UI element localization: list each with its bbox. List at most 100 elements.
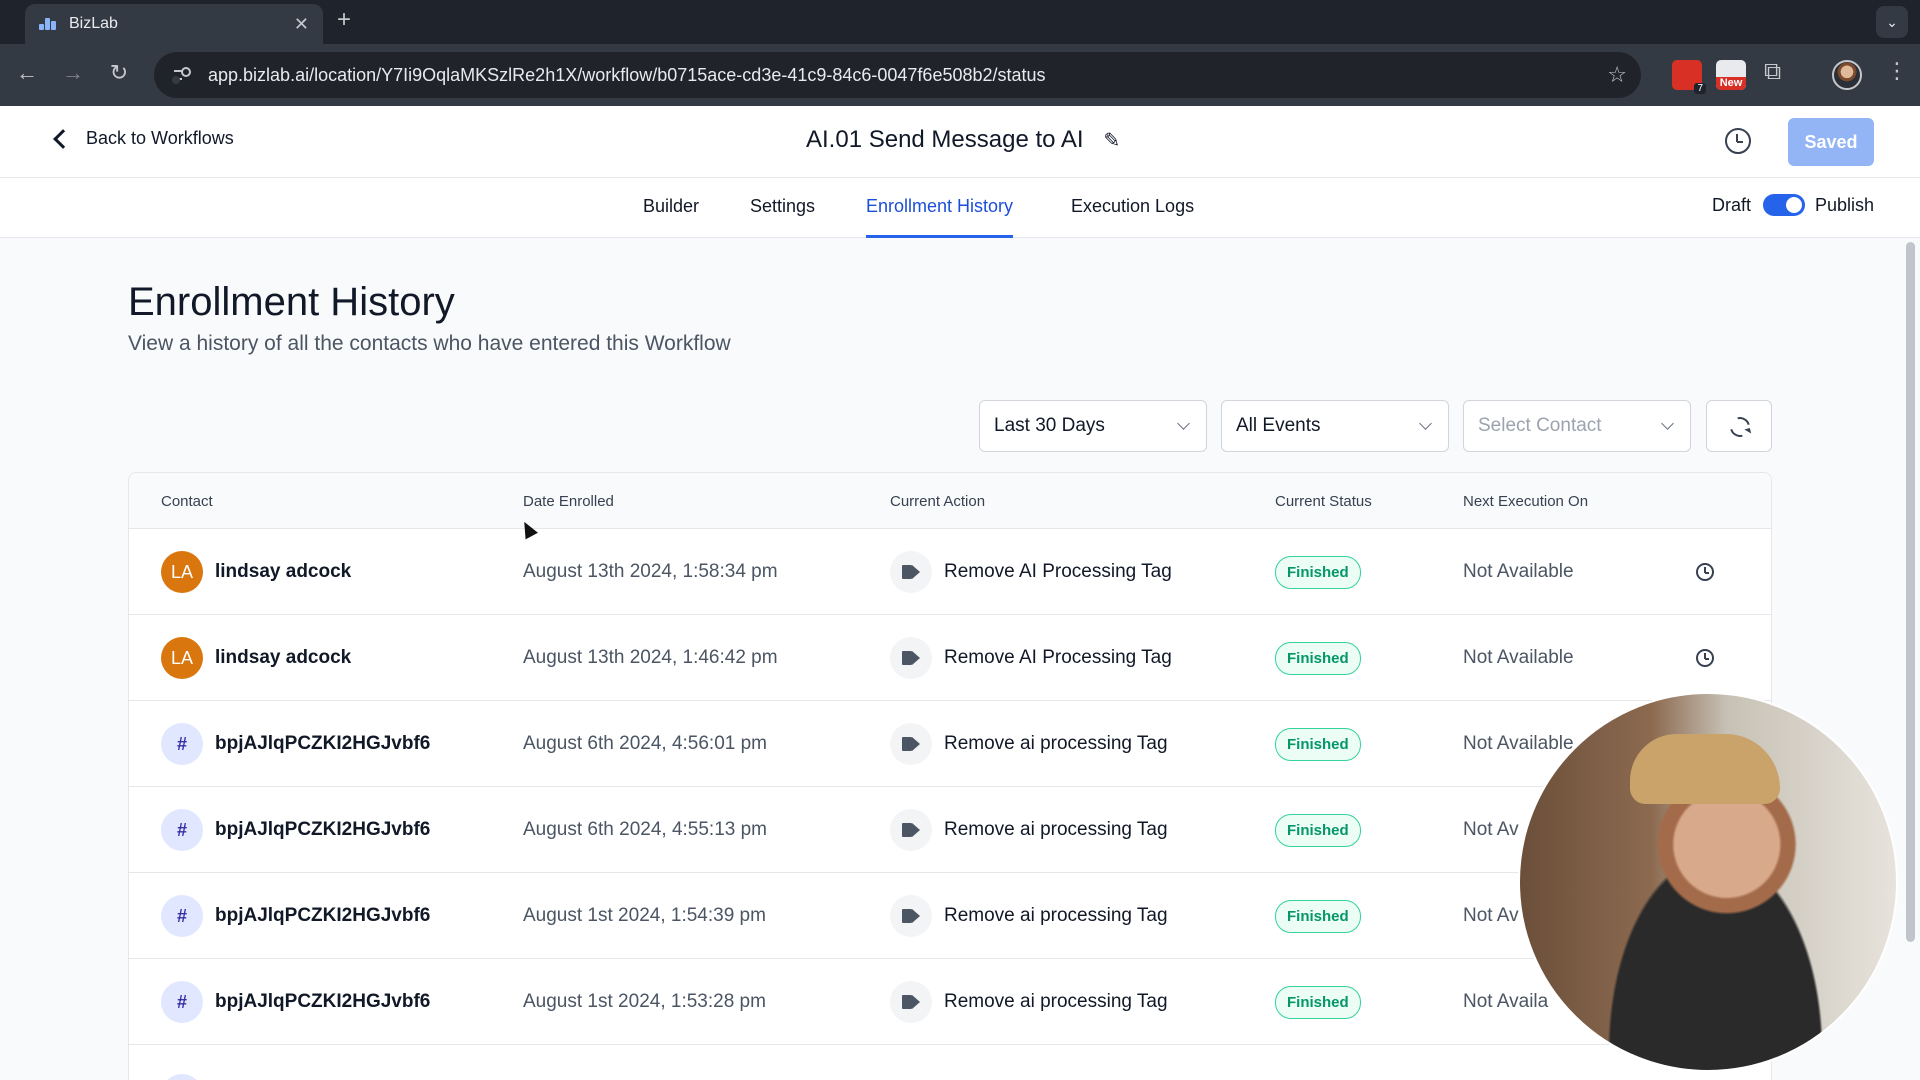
- contact-name[interactable]: lindsay adcock: [215, 561, 351, 583]
- address-bar[interactable]: app.bizlab.ai/location/Y7Ii9OqlaMKSzlRe2…: [154, 52, 1641, 98]
- site-settings-icon[interactable]: [172, 66, 192, 84]
- refresh-icon: [1726, 413, 1754, 441]
- date-enrolled: August 6th 2024, 4:55:13 pm: [523, 819, 768, 840]
- current-action: Remove AI Processing Tag: [944, 647, 1172, 668]
- enrollment-table: Contact Date Enrolled Current Action Cur…: [128, 472, 1772, 1080]
- avatar: #: [161, 723, 203, 765]
- page-scrollbar[interactable]: [1906, 242, 1915, 942]
- table-row[interactable]: # bpjAJlqPCZKI2HGJvbf6 August 6th 2024, 4…: [129, 701, 1771, 787]
- contact-name[interactable]: bpjAJlqPCZKI2HGJvbf6: [215, 905, 430, 927]
- extensions-puzzle-icon[interactable]: ⧉: [1764, 58, 1794, 88]
- version-history-icon[interactable]: [1725, 128, 1751, 154]
- current-action: Remove ai processing Tag: [944, 991, 1168, 1012]
- date-enrolled: August 1st 2024, 1:53:28 pm: [523, 991, 766, 1012]
- status-badge: Finished: [1275, 727, 1361, 761]
- column-header-date-enrolled[interactable]: Date Enrolled: [523, 493, 614, 510]
- presenter-video: [1630, 734, 1780, 804]
- contact-name[interactable]: bpjAJlqPCZKI2HGJvbf6: [215, 733, 430, 755]
- tag-action-icon: [890, 895, 932, 937]
- contact-name[interactable]: lindsay adcock: [215, 647, 351, 669]
- avatar: [161, 1074, 203, 1080]
- chevron-left-icon: [53, 128, 73, 149]
- back-arrow-icon[interactable]: ←: [12, 60, 42, 86]
- tag-action-icon: [890, 637, 932, 679]
- column-header-current-status[interactable]: Current Status: [1275, 493, 1372, 510]
- events-select[interactable]: All Events: [1221, 400, 1449, 452]
- back-to-workflows-label: Back to Workflows: [86, 128, 234, 148]
- current-action: Remove AI Processing Tag: [944, 561, 1172, 582]
- tab-builder[interactable]: Builder: [643, 196, 699, 238]
- extension-icon[interactable]: 7: [1672, 60, 1706, 94]
- tag-action-icon: [890, 809, 932, 851]
- browser-tab-title: BizLab: [69, 15, 118, 32]
- status-badge: Finished: [1275, 985, 1361, 1019]
- saved-button[interactable]: Saved: [1788, 118, 1874, 166]
- history-clock-icon[interactable]: [1696, 563, 1714, 581]
- tag-action-icon: [890, 723, 932, 765]
- contact-name[interactable]: bpjAJlqPCZKI2HGJvbf6: [215, 819, 430, 841]
- bizlab-favicon-icon: [39, 18, 57, 30]
- browser-toolbar: ← → ↻ app.bizlab.ai/location/Y7Ii9OqlaMK…: [0, 44, 1920, 106]
- next-execution: Not Av: [1463, 905, 1519, 926]
- profile-avatar[interactable]: [1832, 60, 1862, 90]
- contact-name[interactable]: bpjAJlqPCZKI2HGJvbf6: [215, 991, 430, 1013]
- browser-tab-bar: BizLab ✕ + ⌄: [0, 0, 1920, 44]
- table-row[interactable]: [129, 1045, 1771, 1080]
- new-tab-icon[interactable]: +: [337, 6, 351, 34]
- url-text[interactable]: app.bizlab.ai/location/Y7Ii9OqlaMKSzlRe2…: [208, 65, 1607, 86]
- publish-switch[interactable]: [1763, 194, 1806, 216]
- contact-select[interactable]: Select Contact: [1463, 400, 1691, 452]
- next-execution: Not Availa: [1463, 991, 1549, 1012]
- status-badge: Finished: [1275, 813, 1361, 847]
- table-row[interactable]: # bpjAJlqPCZKI2HGJvbf6 August 1st 2024, 1…: [129, 959, 1771, 1045]
- avatar: #: [161, 981, 203, 1023]
- tab-settings[interactable]: Settings: [750, 196, 815, 238]
- date-enrolled: August 6th 2024, 4:56:01 pm: [523, 733, 768, 754]
- tag-action-icon: [890, 551, 932, 593]
- column-header-contact[interactable]: Contact: [161, 493, 213, 510]
- refresh-button[interactable]: [1706, 400, 1772, 452]
- column-header-next-execution[interactable]: Next Execution On: [1463, 493, 1588, 510]
- edit-pencil-icon[interactable]: ✎: [1104, 128, 1121, 153]
- bookmark-star-icon[interactable]: ☆: [1607, 62, 1627, 88]
- history-clock-icon[interactable]: [1696, 649, 1714, 667]
- column-header-current-action[interactable]: Current Action: [890, 493, 985, 510]
- page-subtitle: View a history of all the contacts who h…: [128, 332, 731, 355]
- contact-select-placeholder: Select Contact: [1478, 415, 1602, 436]
- date-range-value: Last 30 Days: [994, 415, 1105, 436]
- publish-toggle-group: Draft Publish: [1712, 194, 1874, 216]
- workflow-tabs: Builder Settings Enrollment History Exec…: [0, 178, 1920, 238]
- avatar: LA: [161, 637, 203, 679]
- forward-arrow-icon[interactable]: →: [58, 60, 88, 86]
- current-action: Remove ai processing Tag: [944, 905, 1168, 926]
- next-execution: Not Av: [1463, 819, 1519, 840]
- status-badge: Finished: [1275, 555, 1361, 589]
- events-value: All Events: [1236, 415, 1321, 436]
- workflow-title: AI.01 Send Message to AI ✎: [806, 126, 1120, 154]
- status-badge: Finished: [1275, 899, 1361, 933]
- webcam-overlay: [1518, 692, 1898, 1072]
- date-enrolled: August 13th 2024, 1:46:42 pm: [523, 647, 778, 668]
- date-range-select[interactable]: Last 30 Days: [979, 400, 1207, 452]
- table-row[interactable]: LA lindsay adcock August 13th 2024, 1:58:…: [129, 529, 1771, 615]
- tab-search-chevron-icon[interactable]: ⌄: [1876, 6, 1908, 38]
- tab-enrollment-history[interactable]: Enrollment History: [866, 196, 1014, 238]
- date-enrolled: August 13th 2024, 1:58:34 pm: [523, 561, 778, 582]
- workflow-header: Back to Workflows AI.01 Send Message to …: [0, 106, 1920, 178]
- browser-tab[interactable]: BizLab ✕: [25, 4, 323, 44]
- tab-execution-logs[interactable]: Execution Logs: [1071, 196, 1194, 238]
- close-tab-icon[interactable]: ✕: [294, 14, 309, 35]
- chevron-down-icon: [1419, 417, 1432, 430]
- avatar: #: [161, 809, 203, 851]
- extension-badge: 7: [1694, 83, 1706, 94]
- back-to-workflows-link[interactable]: Back to Workflows: [50, 128, 234, 149]
- reload-icon[interactable]: ↻: [104, 60, 134, 86]
- next-execution: Not Available: [1463, 561, 1574, 582]
- current-action: Remove ai processing Tag: [944, 819, 1168, 840]
- date-enrolled: August 1st 2024, 1:54:39 pm: [523, 905, 766, 926]
- next-execution: Not Available: [1463, 647, 1574, 668]
- browser-menu-icon[interactable]: ⋮: [1886, 58, 1908, 84]
- chevron-down-icon: [1661, 417, 1674, 430]
- table-row[interactable]: LA lindsay adcock August 13th 2024, 1:46:…: [129, 615, 1771, 701]
- extension-new-icon[interactable]: New: [1716, 60, 1746, 90]
